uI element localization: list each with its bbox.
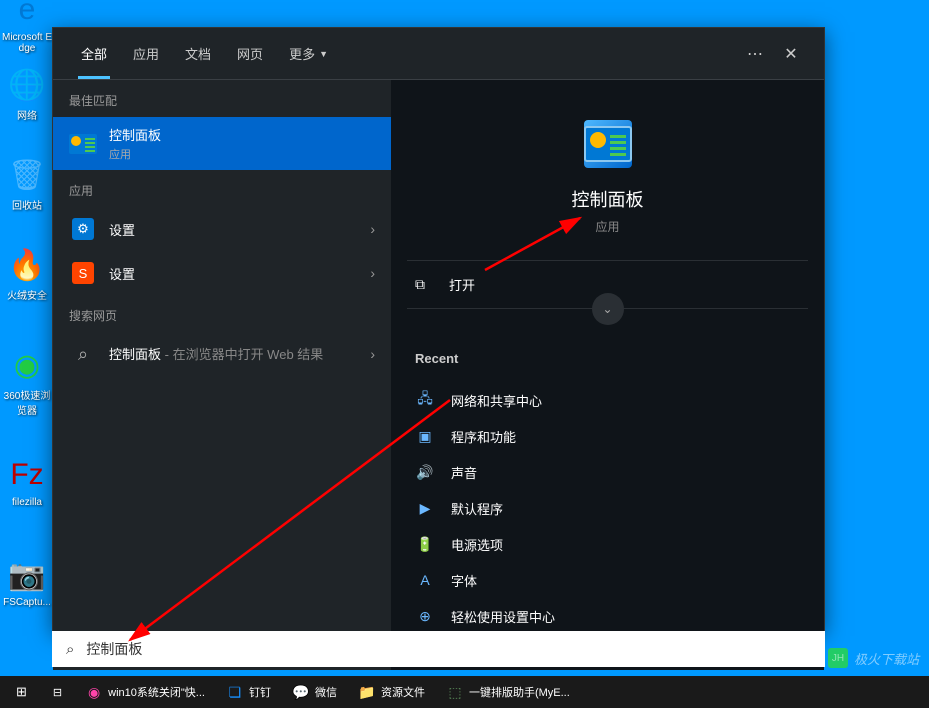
annotation-arrow-1: [100, 390, 500, 650]
more-options-button[interactable]: ⋯: [737, 36, 773, 72]
taskbar-item[interactable]: 💬 微信: [283, 677, 347, 707]
chevron-down-icon: ▼: [319, 49, 328, 59]
taskbar-label: 资源文件: [381, 684, 425, 700]
taskbar-app-icon: 📁: [359, 684, 375, 700]
task-view-icon: ⊟: [53, 686, 62, 699]
tab[interactable]: 文档: [172, 28, 224, 79]
result-app[interactable]: ⚙设置›: [53, 207, 391, 251]
start-button[interactable]: ⊞: [4, 677, 39, 707]
desktop-icon[interactable]: 🔥 火绒安全: [2, 245, 52, 302]
taskbar-app-icon: ❏: [227, 684, 243, 700]
preview-title: 控制面板: [411, 186, 804, 212]
icon-label: filezilla: [2, 497, 52, 508]
desktop-icon[interactable]: 🌐 网络: [2, 65, 52, 122]
icon-label: 360极速浏览器: [2, 387, 52, 417]
section-apps: 应用: [53, 170, 391, 207]
chevron-right-icon: ›: [370, 346, 375, 362]
desktop-icon[interactable]: 🗑 回收站: [2, 155, 52, 212]
result-web-search[interactable]: ⌕ 控制面板 - 在浏览器中打开 Web 结果 ›: [53, 332, 391, 376]
taskbar-item[interactable]: ❏ 钉钉: [217, 677, 281, 707]
taskbar-item[interactable]: 📁 资源文件: [349, 677, 435, 707]
section-web: 搜索网页: [53, 295, 391, 332]
taskbar-label: win10系统关闭"快...: [108, 684, 205, 700]
app-icon: ⚙: [69, 215, 97, 243]
result-app[interactable]: S设置›: [53, 251, 391, 295]
icon-label: 回收站: [2, 197, 52, 212]
result-control-panel[interactable]: 控制面板 应用: [53, 117, 391, 170]
icon-label: FSCaptu...: [2, 597, 52, 608]
app-icon: 📷: [7, 555, 47, 595]
app-icon: 🔥: [7, 245, 47, 285]
taskbar-label: 微信: [315, 684, 337, 700]
app-icon: 🌐: [7, 65, 47, 105]
app-icon: e: [7, 0, 47, 30]
app-icon: S: [69, 259, 97, 287]
chevron-right-icon: ›: [370, 221, 375, 237]
taskbar-item[interactable]: ⬚ 一键排版助手(MyE...: [437, 677, 580, 707]
desktop-icon[interactable]: 📷 FSCaptu...: [2, 555, 52, 608]
app-icon: 🗑: [7, 155, 47, 195]
taskbar-label: 钉钉: [249, 684, 271, 700]
control-panel-icon: [69, 130, 97, 158]
desktop-icon[interactable]: ◉360极速浏览器: [2, 345, 52, 417]
tab[interactable]: 全部: [68, 28, 120, 79]
taskbar-app-icon: ⬚: [447, 684, 463, 700]
desktop-icon[interactable]: Fz filezilla: [2, 455, 52, 508]
icon-label: 火绒安全: [2, 287, 52, 302]
close-button[interactable]: ✕: [773, 36, 809, 72]
expand-button[interactable]: ⌄: [592, 293, 624, 325]
watermark: JH 极火下载站: [828, 648, 919, 668]
icon-label: 网络: [2, 107, 52, 122]
search-tabs: 全部应用文档网页 更多 ▼ ⋯ ✕: [53, 28, 824, 80]
open-icon: ⧉: [415, 276, 435, 293]
windows-icon: ⊞: [16, 684, 27, 700]
recent-header: Recent: [415, 351, 800, 366]
taskbar-label: 一键排版助手(MyE...: [469, 684, 570, 700]
preview-app-icon: [584, 120, 632, 168]
app-icon: ◉: [7, 345, 47, 385]
desktop-icon[interactable]: eMicrosoft Edge: [2, 0, 52, 54]
icon-label: Microsoft Edge: [2, 32, 52, 54]
chevron-right-icon: ›: [370, 265, 375, 281]
annotation-arrow-2: [475, 210, 635, 280]
tab[interactable]: 网页: [224, 28, 276, 79]
taskbar-app-icon: 💬: [293, 684, 309, 700]
task-view-button[interactable]: ⊟: [41, 677, 74, 707]
taskbar-item[interactable]: ◉ win10系统关闭"快...: [76, 677, 215, 707]
taskbar: ⊞ ⊟ ◉ win10系统关闭"快... ❏ 钉钉 💬 微信 📁 资源文件 ⬚ 一键排版助手(My…: [0, 676, 929, 708]
section-best-match: 最佳匹配: [53, 80, 391, 117]
search-icon: ⌕: [66, 641, 74, 658]
app-icon: Fz: [7, 455, 47, 495]
tab-more[interactable]: 更多 ▼: [276, 28, 341, 79]
tab[interactable]: 应用: [120, 28, 172, 79]
taskbar-app-icon: ◉: [86, 684, 102, 700]
search-icon: ⌕: [69, 340, 97, 368]
